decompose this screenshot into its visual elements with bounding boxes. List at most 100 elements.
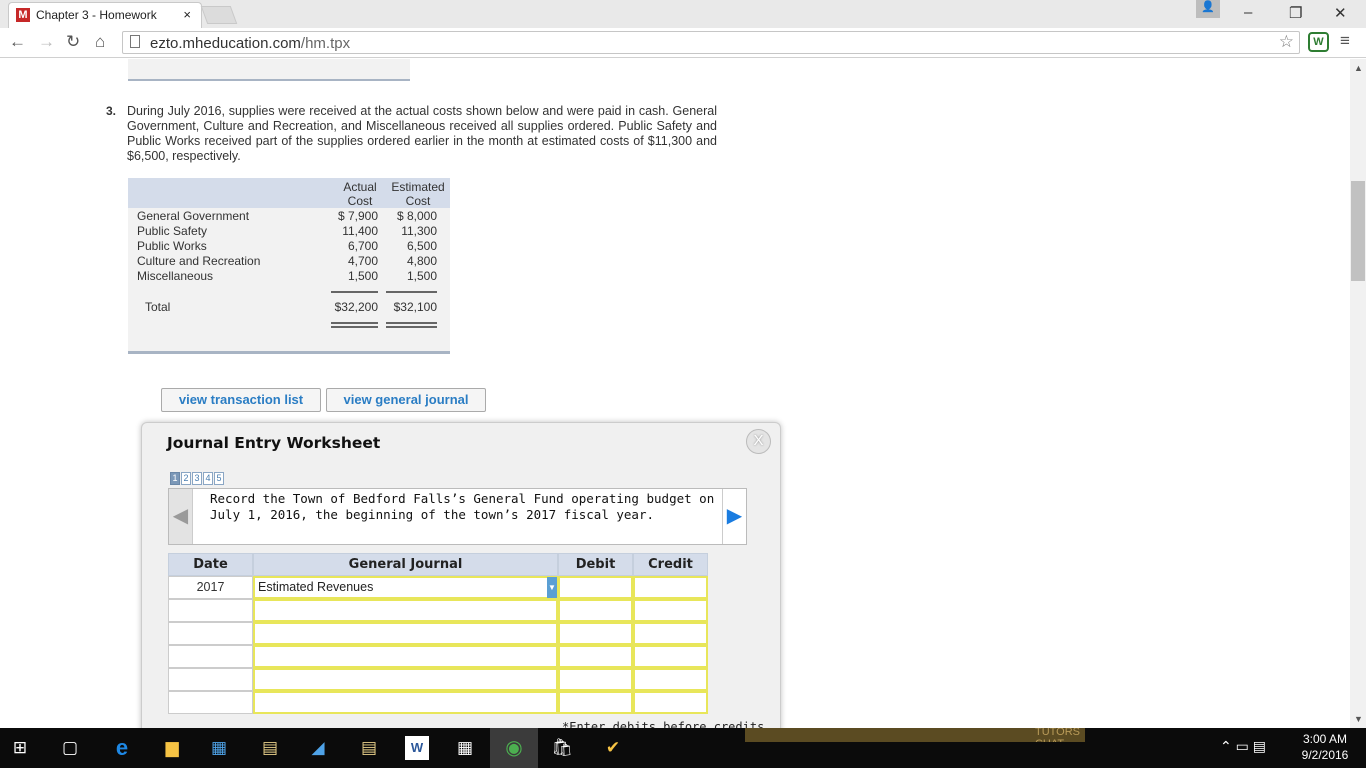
calculator-icon[interactable]: ▦	[453, 736, 477, 760]
taskbar-clock[interactable]: 3:00 AM 9/2/2016	[1290, 731, 1360, 763]
scroll-down-icon[interactable]: ▼	[1354, 714, 1363, 724]
row-label: General Government	[137, 209, 250, 223]
actual-cost-cell: 11,400	[342, 224, 378, 238]
debit-credit-note: *Enter debits before credits	[562, 720, 765, 728]
files-icon[interactable]: ▤	[357, 736, 381, 760]
norton-icon[interactable]: ✔	[601, 736, 625, 760]
account-select[interactable]	[253, 691, 558, 714]
total-label: Total	[145, 300, 171, 314]
bookmark-star-icon[interactable]: ☆	[1279, 32, 1294, 52]
credit-input[interactable]	[633, 691, 708, 714]
step-pager: 12345	[170, 468, 225, 486]
reload-icon[interactable]: ↻	[66, 32, 80, 52]
total-actual-cell: $32,200	[334, 300, 378, 314]
estimated-cost-cell: 4,800	[406, 254, 437, 268]
previous-table-bottom	[128, 59, 410, 81]
step-4[interactable]: 4	[203, 472, 213, 485]
chrome-menu-icon[interactable]: ≡	[1340, 31, 1350, 51]
home-icon[interactable]: ⌂	[95, 32, 105, 52]
debit-input[interactable]	[558, 691, 633, 714]
minimize-button[interactable]: –	[1244, 4, 1252, 21]
next-arrow-icon[interactable]: ▶	[722, 489, 746, 544]
table-row: Public Works 6,700 6,500	[128, 239, 450, 254]
profile-icon[interactable]: 👤	[1196, 0, 1220, 18]
total-double-rule	[386, 322, 437, 328]
credit-input[interactable]	[633, 622, 708, 645]
tab-close-icon[interactable]: ×	[183, 7, 191, 22]
step-1[interactable]: 1	[170, 472, 180, 485]
date-cell[interactable]: 2017	[168, 576, 253, 599]
windows-start-icon[interactable]: ⊞	[8, 736, 32, 760]
debit-input[interactable]	[558, 645, 633, 668]
chrome-icon[interactable]: ◉	[490, 728, 538, 768]
new-tab-button[interactable]	[200, 6, 238, 24]
date-cell[interactable]	[168, 599, 253, 622]
credit-input[interactable]	[633, 576, 708, 599]
worksheet-title: Journal Entry Worksheet	[167, 434, 381, 452]
account-select[interactable]	[253, 622, 558, 645]
general-journal-column-header: General Journal	[253, 553, 558, 576]
view-transaction-list-button[interactable]: view transaction list	[161, 388, 321, 412]
actual-cost-cell: 4,700	[347, 254, 378, 268]
view-general-journal-button[interactable]: view general journal	[326, 388, 486, 412]
actual-cost-cell: 6,700	[347, 239, 378, 253]
journal-entry-worksheet: Journal Entry Worksheet X 12345 ◀ Record…	[141, 422, 781, 728]
total-estimated-cell: $32,100	[393, 300, 437, 314]
worksheet-close-button[interactable]: X	[746, 429, 771, 454]
step-2[interactable]: 2	[181, 472, 191, 485]
debit-column-header: Debit	[558, 553, 633, 576]
account-select[interactable]	[253, 645, 558, 668]
tab-title: Chapter 3 - Homework	[36, 8, 157, 22]
date-cell[interactable]	[168, 622, 253, 645]
credit-input[interactable]	[633, 668, 708, 691]
scrollbar-thumb[interactable]	[1351, 181, 1365, 281]
subtotal-rule	[331, 291, 378, 293]
step-5[interactable]: 5	[214, 472, 224, 485]
debit-input[interactable]	[558, 668, 633, 691]
debit-input[interactable]	[558, 622, 633, 645]
file-explorer-icon[interactable]: ▆	[160, 736, 184, 760]
estimated-cost-cell: 1,500	[406, 269, 437, 283]
back-arrow-icon[interactable]: ←	[9, 32, 26, 52]
clock-time: 3:00 AM	[1302, 732, 1348, 746]
word-icon[interactable]: W	[405, 736, 429, 760]
account-select[interactable]	[253, 599, 558, 622]
date-cell[interactable]	[168, 668, 253, 691]
credit-input[interactable]	[633, 645, 708, 668]
close-window-button[interactable]: ✕	[1334, 4, 1347, 22]
clock-date: 9/2/2016	[1301, 748, 1349, 762]
page-icon	[130, 35, 140, 48]
forward-arrow-icon[interactable]: →	[38, 32, 55, 52]
credit-input[interactable]	[633, 599, 708, 622]
table-row: Miscellaneous 1,500 1,500	[128, 269, 450, 284]
scroll-up-icon[interactable]: ▲	[1354, 63, 1363, 73]
store-icon[interactable]: 🛍	[550, 736, 574, 760]
prompt-text: Record the Town of Bedford Falls’s Gener…	[210, 491, 715, 522]
network-icon[interactable]: ◢	[306, 736, 330, 760]
debit-input[interactable]	[558, 599, 633, 622]
step-3[interactable]: 3	[192, 472, 202, 485]
browser-tab[interactable]: M Chapter 3 - Homework ×	[8, 2, 202, 28]
transaction-prompt: ◀ Record the Town of Bedford Falls’s Gen…	[168, 488, 747, 545]
task-view-icon[interactable]: ▢	[58, 736, 82, 760]
actual-cost-header: Actual Cost	[343, 180, 377, 208]
system-tray-icons[interactable]: ⌃ ▭ ▤	[1220, 738, 1266, 755]
extension-shield-icon[interactable]: W	[1308, 32, 1329, 52]
folder-icon[interactable]: ▤	[258, 736, 282, 760]
account-select[interactable]: Estimated Revenues ▼	[253, 576, 558, 599]
browser-toolbar: ← → ↻ ⌂ ezto.mheducation.com/hm.tpx ☆ W …	[0, 28, 1366, 58]
date-cell[interactable]	[168, 691, 253, 714]
restore-button[interactable]: ❐	[1289, 4, 1302, 22]
dropdown-arrow-icon[interactable]: ▼	[547, 577, 557, 598]
control-panel-icon[interactable]: ▦	[207, 736, 231, 760]
page-scrollbar[interactable]: ▲ ▼	[1350, 59, 1366, 728]
background-ad: TUTORS CHAT	[745, 728, 1085, 742]
edge-icon[interactable]: e	[110, 736, 134, 760]
date-cell[interactable]	[168, 645, 253, 668]
address-bar[interactable]: ezto.mheducation.com/hm.tpx ☆	[122, 31, 1300, 54]
row-label: Miscellaneous	[137, 269, 214, 283]
debit-input[interactable]	[558, 576, 633, 599]
account-select[interactable]	[253, 668, 558, 691]
previous-arrow-icon[interactable]: ◀	[169, 489, 193, 544]
page-content: 3. During July 2016, supplies were recei…	[0, 59, 1350, 728]
